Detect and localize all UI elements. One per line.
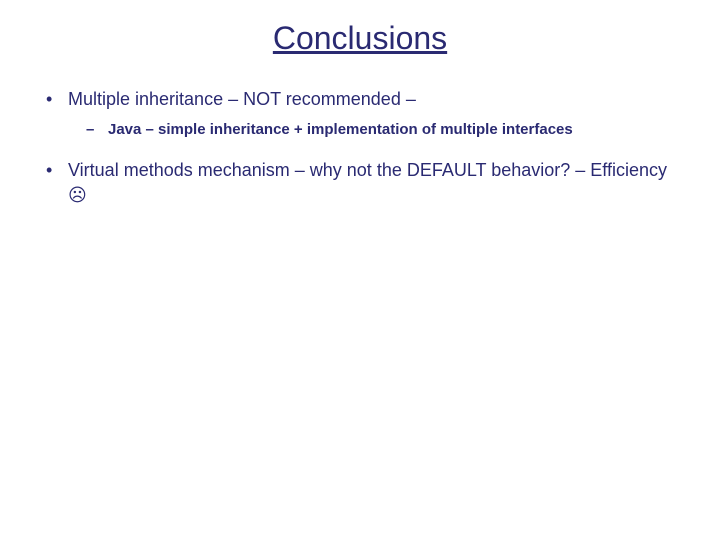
slide-title: Conclusions	[0, 0, 720, 87]
sub-bullet-item: Java – simple inheritance + implementati…	[80, 119, 690, 140]
bullet-item: Virtual methods mechanism – why not the …	[40, 158, 690, 207]
bullet-item: Multiple inheritance – NOT recommended –…	[40, 87, 690, 140]
slide: Conclusions Multiple inheritance – NOT r…	[0, 0, 720, 540]
bullet-text: Virtual methods mechanism – why not the …	[68, 160, 667, 204]
bullet-text: Multiple inheritance – NOT recommended –	[68, 89, 416, 109]
sub-bullet-list: Java – simple inheritance + implementati…	[68, 119, 690, 140]
bullet-list: Multiple inheritance – NOT recommended –…	[40, 87, 690, 207]
sub-bullet-text: Java – simple inheritance + implementati…	[108, 121, 573, 138]
slide-content: Multiple inheritance – NOT recommended –…	[0, 87, 720, 207]
